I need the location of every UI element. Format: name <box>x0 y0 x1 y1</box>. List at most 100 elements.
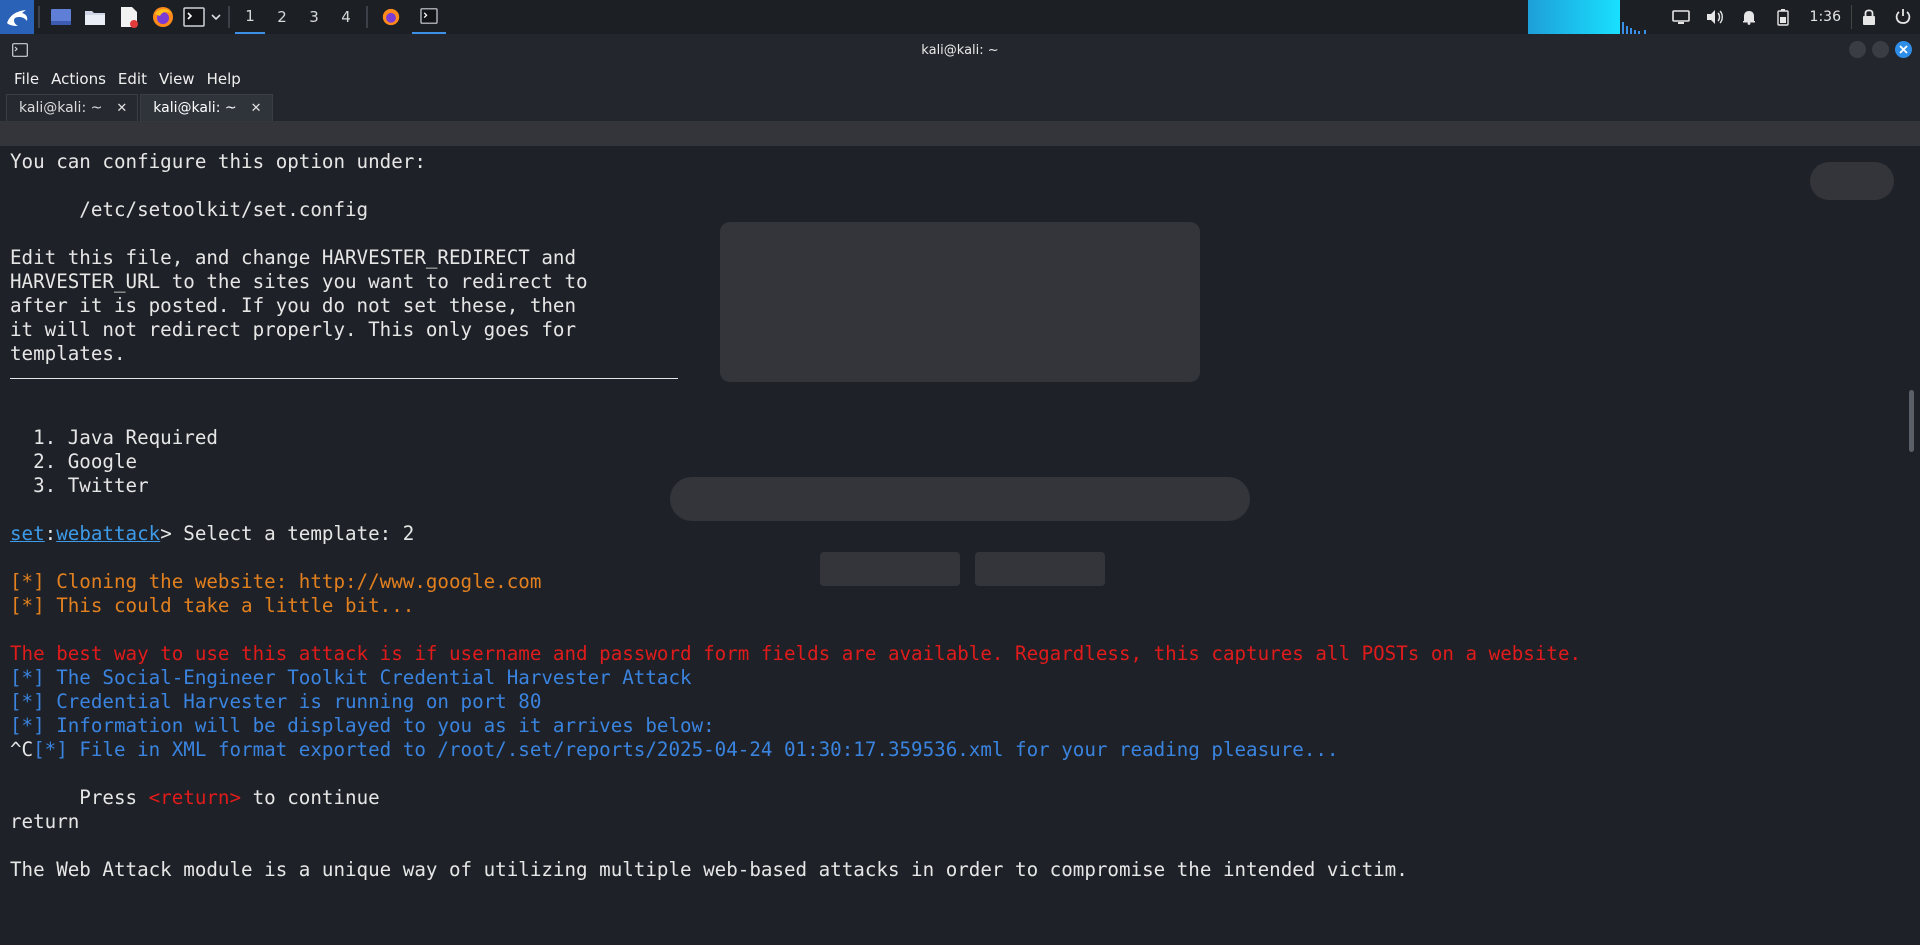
panel-separator <box>38 6 40 28</box>
close-icon <box>1899 45 1908 54</box>
ctrl-c-text: ^C <box>10 738 34 761</box>
close-button[interactable] <box>1895 41 1912 58</box>
chevron-down-icon <box>211 14 221 21</box>
terminal-tab-2[interactable]: kali@kali: ~ ✕ <box>140 94 273 121</box>
power-icon[interactable] <box>1886 0 1920 34</box>
text-editor-icon <box>121 7 138 28</box>
horizontal-rule <box>10 378 678 379</box>
menu-file[interactable]: File <box>8 70 45 88</box>
system-tray: 1:36 <box>1527 0 1920 34</box>
terminal-line-status: [*] This could take a little bit... <box>10 594 415 617</box>
terminal-line: HARVESTER_URL to the sites you want to r… <box>10 270 588 293</box>
terminal-line: You can configure this option under: <box>10 150 426 173</box>
maximize-button[interactable] <box>1872 41 1889 58</box>
terminal-line-warning: The best way to use this attack is if us… <box>10 642 1582 665</box>
lock-screen-icon[interactable] <box>1852 0 1886 34</box>
export-text: [*] File in XML format exported to /root… <box>33 738 1339 761</box>
panel-separator <box>228 6 230 28</box>
prompt-set: set <box>10 522 45 545</box>
show-desktop-button[interactable] <box>44 0 78 34</box>
prompt-colon: : <box>44 522 57 545</box>
launcher-dropdown[interactable] <box>208 0 224 34</box>
window-titlebar[interactable]: kali@kali: ~ <box>0 34 1920 66</box>
display-icon[interactable] <box>1664 0 1698 34</box>
terminal-tab-1[interactable]: kali@kali: ~ ✕ <box>6 94 139 121</box>
prompt-text: > Select a template: 2 <box>160 522 415 545</box>
workspace-4[interactable]: 4 <box>331 0 361 34</box>
terminal-line: after it is posted. If you do not set th… <box>10 294 577 317</box>
terminal-line-info: [*] Credential Harvester is running on p… <box>10 690 542 713</box>
terminal-output[interactable]: You can configure this option under: /et… <box>0 122 1920 945</box>
terminal-line: 2. Google <box>10 450 138 473</box>
notification-bell-icon[interactable] <box>1732 0 1766 34</box>
terminal-icon <box>183 7 205 27</box>
menu-view[interactable]: View <box>153 70 201 88</box>
terminal-line-status: [*] Cloning the website: http://www.goog… <box>10 570 542 593</box>
volume-icon[interactable] <box>1698 0 1732 34</box>
terminal-line: 3. Twitter <box>10 474 149 497</box>
terminal-line-export: ^C[*] File in XML format exported to /ro… <box>10 738 1581 762</box>
network-activity-icon <box>1621 22 1646 34</box>
menu-actions[interactable]: Actions <box>45 70 112 88</box>
terminal-text: You can configure this option under: /et… <box>10 150 1581 882</box>
top-panel: 1 2 3 4 1:36 <box>0 0 1920 35</box>
window-controls <box>1849 41 1912 58</box>
press-text: Press <box>10 786 149 809</box>
terminal-line: The Web Attack module is a unique way of… <box>10 858 1408 881</box>
panel-separator <box>366 6 368 28</box>
menu-help[interactable]: Help <box>201 70 247 88</box>
tab-label: kali@kali: ~ <box>153 100 237 116</box>
terminal-icon <box>420 8 438 24</box>
taskbar-terminal[interactable] <box>412 0 446 34</box>
clock[interactable]: 1:36 <box>1800 9 1851 25</box>
workspace-1[interactable]: 1 <box>235 0 265 34</box>
firefox-icon <box>382 8 400 26</box>
terminal-line: it will not redirect properly. This only… <box>10 318 577 341</box>
text-editor-button[interactable] <box>112 0 146 34</box>
set-prompt-line: set:webattack> Select a template: 2 <box>10 522 1581 546</box>
prompt-module: webattack <box>56 522 161 545</box>
terminal-line: /etc/setoolkit/set.config <box>10 198 369 221</box>
battery-icon[interactable] <box>1766 0 1800 34</box>
terminal-scrollbar[interactable] <box>1909 390 1914 452</box>
menu-edit[interactable]: Edit <box>112 70 153 88</box>
terminal-launcher-button[interactable] <box>180 0 208 34</box>
terminal-line-info: [*] Information will be displayed to you… <box>10 714 715 737</box>
firefox-icon <box>153 7 173 27</box>
workspace-2[interactable]: 2 <box>267 0 297 34</box>
taskbar-firefox[interactable] <box>374 0 408 34</box>
continue-text: to continue <box>241 786 380 809</box>
workspace-3[interactable]: 3 <box>299 0 329 34</box>
kali-dragon-icon <box>7 10 28 26</box>
tab-close-icon[interactable]: ✕ <box>251 101 262 116</box>
terminal-line-info: [*] The Social-Engineer Toolkit Credenti… <box>10 666 692 689</box>
firefox-button[interactable] <box>146 0 180 34</box>
tab-bar: kali@kali: ~ ✕ kali@kali: ~ ✕ <box>0 92 1920 122</box>
kali-menu-button[interactable] <box>0 0 34 34</box>
terminal-line: Edit this file, and change HARVESTER_RED… <box>10 246 577 269</box>
tab-close-icon[interactable]: ✕ <box>116 101 127 116</box>
terminal-rule-row <box>10 378 1581 402</box>
terminal-line: templates. <box>10 342 126 365</box>
press-return-line: Press <return> to continue <box>10 786 1581 810</box>
folder-icon <box>85 11 105 25</box>
terminal-line: 1. Java Required <box>10 426 218 449</box>
menubar: File Actions Edit View Help <box>0 66 1920 92</box>
desktop-icon <box>51 9 71 25</box>
cpu-graph[interactable] <box>1527 0 1620 34</box>
return-tag: <return> <box>148 786 242 809</box>
terminal-icon <box>12 43 28 57</box>
network-graph[interactable] <box>1619 0 1654 34</box>
terminal-line: return <box>10 810 80 833</box>
window-title: kali@kali: ~ <box>921 42 999 58</box>
minimize-button[interactable] <box>1849 41 1866 58</box>
file-manager-button[interactable] <box>78 0 112 34</box>
